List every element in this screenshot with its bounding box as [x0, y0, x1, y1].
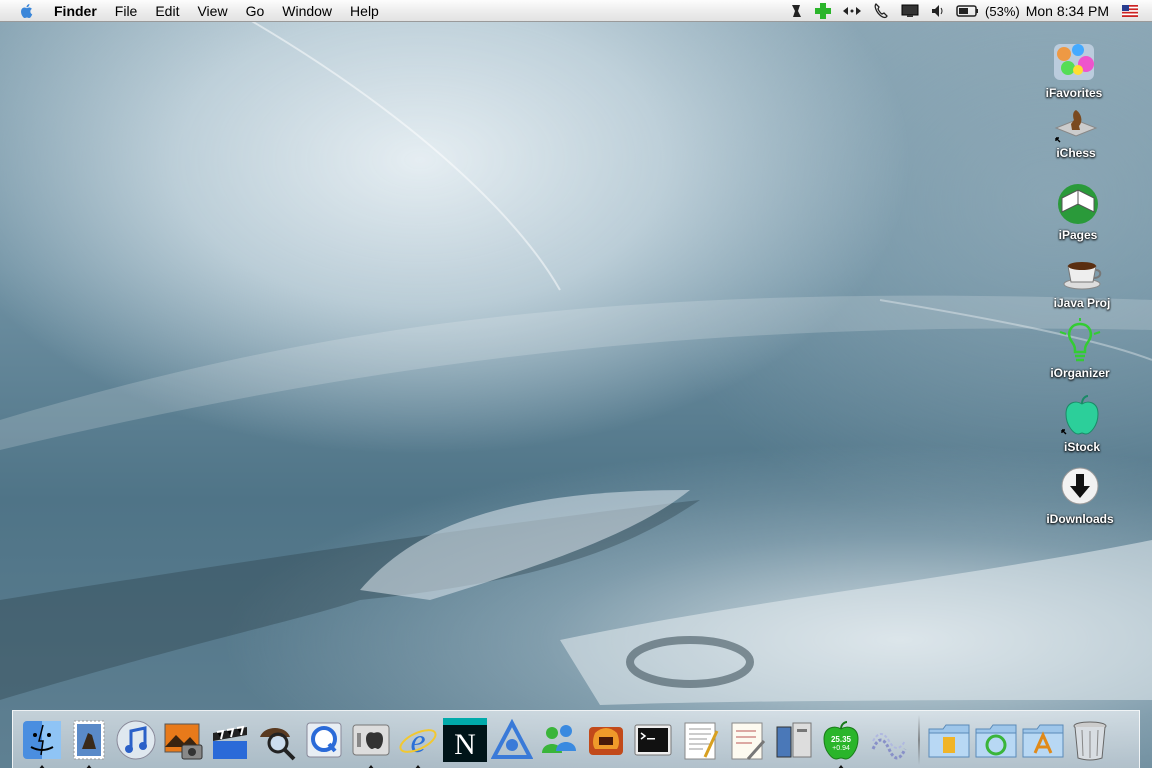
- desktop-icon-label: iStock: [1063, 440, 1100, 454]
- netscape-icon: N: [443, 717, 487, 762]
- internet-explorer-icon: e: [399, 723, 437, 760]
- desktop-icon-ipages[interactable]: iPages: [1028, 180, 1128, 242]
- dock-utilities-folder[interactable]: [1020, 715, 1066, 765]
- iphoto-icon: [164, 723, 203, 759]
- apple-stock-icon: [1058, 392, 1106, 440]
- dock: e N 25.35 +0.94: [12, 710, 1140, 768]
- system-preferences-icon: [352, 724, 390, 755]
- desktop-icon-iorganizer[interactable]: iOrganizer: [1030, 318, 1130, 380]
- svg-text:N: N: [454, 728, 476, 761]
- running-indicator: [38, 764, 46, 768]
- bubbles-icon: [1050, 38, 1098, 86]
- phone-icon[interactable]: [872, 0, 890, 22]
- coffee-cup-icon: [1058, 248, 1106, 296]
- network-arrows-icon[interactable]: [842, 0, 862, 22]
- wallpaper: [0, 19, 1152, 705]
- chess-icon: [1052, 98, 1100, 146]
- finder-icon: [23, 720, 61, 759]
- svg-text:25.35: 25.35: [831, 735, 852, 744]
- script-menu-icon[interactable]: [788, 0, 804, 22]
- dock-iphoto[interactable]: [160, 715, 206, 765]
- dock-disk-utility[interactable]: [771, 715, 817, 765]
- menu-view[interactable]: View: [188, 0, 236, 22]
- svg-text:+0.94: +0.94: [832, 745, 850, 752]
- textedit-icon: [684, 722, 719, 759]
- menu-file[interactable]: File: [106, 0, 147, 22]
- desktop-icon-label: iPages: [1058, 228, 1098, 242]
- running-indicator: [85, 764, 93, 768]
- dock-trash[interactable]: [1067, 715, 1113, 765]
- menubar-clock[interactable]: Mon 8:34 PM: [1026, 3, 1109, 19]
- battery-percent: (53%): [985, 3, 1020, 19]
- apple-menu-icon[interactable]: [14, 0, 40, 22]
- battery-icon[interactable]: [956, 0, 980, 22]
- menu-bar: Finder File Edit View Go Window Help (53…: [0, 0, 1152, 22]
- menu-finder[interactable]: Finder: [40, 0, 106, 22]
- menu-window[interactable]: Window: [273, 0, 341, 22]
- menu-extras: (53%) Mon 8:34 PM: [783, 0, 1152, 22]
- dock-itunes[interactable]: [113, 715, 159, 765]
- itunes-icon: [116, 720, 156, 759]
- running-indicator: [367, 764, 375, 768]
- display-icon[interactable]: [900, 0, 920, 22]
- dock-finder[interactable]: [19, 715, 65, 768]
- book-icon: [1054, 180, 1102, 228]
- dock-network-utility[interactable]: [865, 715, 911, 765]
- menu-help[interactable]: Help: [341, 0, 388, 22]
- svg-text:e: e: [410, 723, 425, 760]
- dock-imovie[interactable]: [207, 715, 253, 765]
- disk-utility-icon: [776, 722, 812, 757]
- dock-sherlock[interactable]: [254, 715, 300, 765]
- menu-go[interactable]: Go: [237, 0, 274, 22]
- documents-folder-icon: [928, 724, 970, 757]
- dock-netscape[interactable]: N: [442, 715, 488, 765]
- desktop-icon-label: iChess: [1056, 146, 1096, 160]
- running-indicator: [837, 764, 845, 768]
- menu-edit[interactable]: Edit: [146, 0, 188, 22]
- dock-firewall[interactable]: [583, 715, 629, 765]
- dock-internet-explorer[interactable]: e: [395, 715, 441, 768]
- network-waves-icon: [871, 732, 907, 759]
- terminal-icon: [634, 724, 672, 755]
- running-indicator: [414, 764, 422, 768]
- download-arrow-icon: [1056, 464, 1104, 512]
- dock-script-editor[interactable]: [724, 715, 770, 765]
- trash-icon: [1073, 721, 1107, 760]
- dock-msn-messenger[interactable]: [536, 715, 582, 765]
- desktop-icon-ijava-proj[interactable]: iJava Proj: [1032, 248, 1132, 310]
- desktop-icon-ifavorites[interactable]: iFavorites: [1024, 38, 1124, 100]
- dock-stock-ticker[interactable]: 25.35 +0.94: [818, 715, 864, 768]
- dock-applications-folder[interactable]: [973, 715, 1019, 765]
- applications-folder-icon: [975, 724, 1017, 757]
- us-flag-icon[interactable]: [1122, 0, 1138, 22]
- quicktime-icon: [306, 722, 342, 757]
- add-icon[interactable]: [814, 0, 832, 22]
- dock-textedit[interactable]: [677, 715, 723, 765]
- firewall-icon: [589, 726, 623, 755]
- aol-triangle-icon: [491, 718, 533, 759]
- dock-terminal[interactable]: [630, 715, 676, 765]
- sherlock-icon: [260, 727, 296, 760]
- desktop-icon-ichess[interactable]: iChess: [1026, 98, 1126, 160]
- desktop-icon-label: iOrganizer: [1050, 366, 1110, 380]
- imovie-icon: [213, 725, 247, 759]
- mail-stamp-icon: [73, 720, 105, 759]
- dock-system-preferences[interactable]: [348, 715, 394, 768]
- script-editor-icon: [731, 722, 766, 760]
- lightbulb-icon: [1056, 318, 1104, 366]
- desktop-icon-label: iJava Proj: [1053, 296, 1111, 310]
- stock-apple-icon: 25.35 +0.94: [823, 720, 859, 760]
- dock-quicktime[interactable]: [301, 715, 347, 765]
- msn-buddies-icon: [542, 724, 576, 753]
- dock-mail[interactable]: [66, 715, 112, 768]
- desktop-icon-label: iDownloads: [1046, 512, 1114, 526]
- utilities-folder-icon: [1022, 724, 1064, 757]
- dock-aol[interactable]: [489, 715, 535, 765]
- desktop-icon-idownloads[interactable]: iDownloads: [1030, 464, 1130, 526]
- desktop-icon-istock[interactable]: iStock: [1032, 392, 1132, 454]
- dock-documents-folder[interactable]: [926, 715, 972, 765]
- dock-separator: [918, 714, 920, 765]
- volume-icon[interactable]: [930, 0, 946, 22]
